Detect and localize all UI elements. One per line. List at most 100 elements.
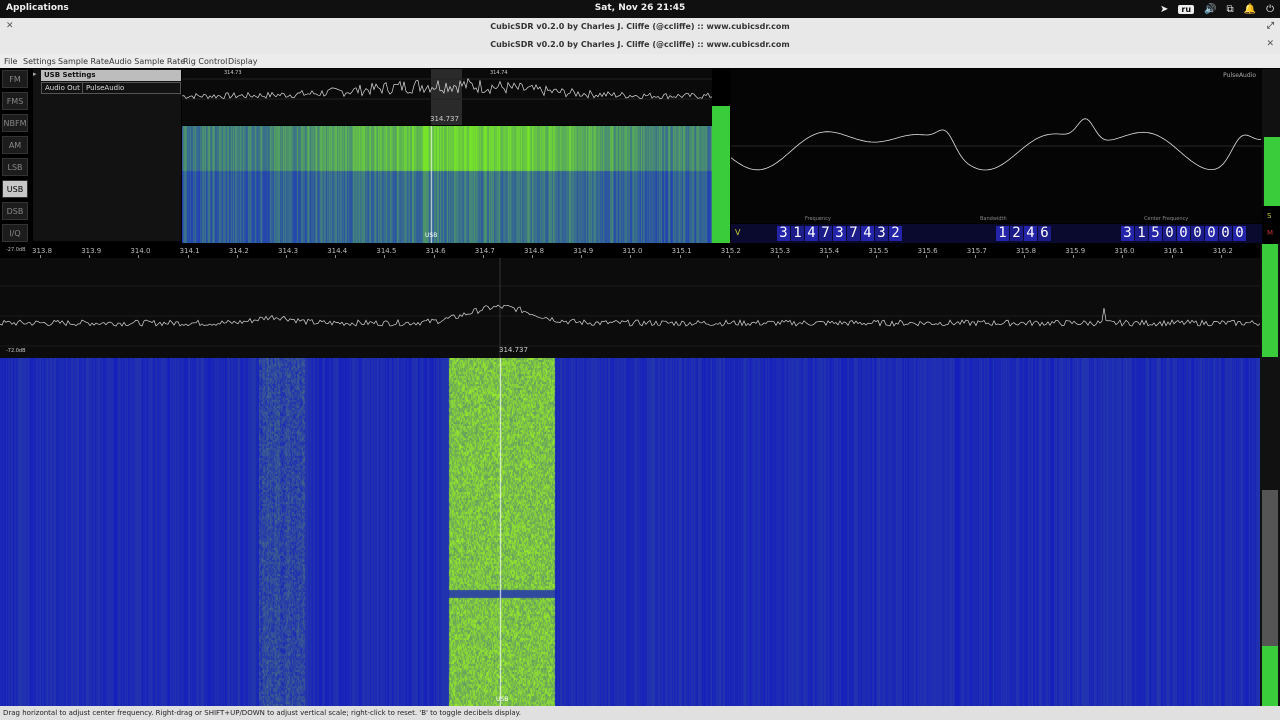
axis-tick-label: 315.6 xyxy=(917,247,938,255)
bandwidth-label: Bandwidth xyxy=(980,216,1007,222)
audio-scope[interactable]: PulseAudio xyxy=(731,69,1262,223)
digit[interactable]: 4 xyxy=(861,226,874,241)
mode-fm[interactable]: FM xyxy=(2,70,28,88)
row-divider xyxy=(82,83,83,93)
axis-tick-label: 314.1 xyxy=(179,247,200,255)
db-top-label: -27.0dB xyxy=(6,247,26,253)
power-icon[interactable]: ⏻ xyxy=(1266,4,1274,15)
waterfall-level-slider[interactable] xyxy=(1262,646,1278,706)
axis-tick-label: 314.4 xyxy=(327,247,348,255)
demod-spectrum[interactable]: 314.73 314.74 314.737 xyxy=(182,69,712,125)
expand-arrow-icon[interactable]: ▸ xyxy=(33,70,37,78)
menu-sample-rate[interactable]: Sample Rate xyxy=(58,57,109,66)
frequency-label: Frequency xyxy=(805,216,831,222)
digit[interactable]: 0 xyxy=(1163,226,1176,241)
demod-tick-2: 314.74 xyxy=(490,70,508,76)
digit[interactable]: 3 xyxy=(1121,226,1134,241)
digit[interactable]: 1 xyxy=(996,226,1009,241)
notification-bell-icon[interactable]: 🔔 xyxy=(1244,4,1256,15)
audio-out-row[interactable]: Audio Out PulseAudio xyxy=(41,82,181,94)
digit[interactable]: 1 xyxy=(1135,226,1148,241)
system-top-bar: Applications Sat, Nov 26 21:45 ➤ ru 🔊 ⧉ … xyxy=(0,0,1280,18)
axis-tick-label: 314.6 xyxy=(425,247,446,255)
vfo-label: V xyxy=(735,228,741,237)
demod-waterfall[interactable]: USB xyxy=(182,126,712,243)
digit[interactable]: 0 xyxy=(1177,226,1190,241)
axis-tick-label: 315.4 xyxy=(819,247,840,255)
network-icon[interactable]: ⧉ xyxy=(1226,4,1233,15)
digit[interactable]: 6 xyxy=(1038,226,1051,241)
menu-file[interactable]: File xyxy=(4,57,17,66)
digit[interactable]: 1 xyxy=(791,226,804,241)
mode-dsb[interactable]: DSB xyxy=(2,202,28,220)
squelch-label[interactable]: S xyxy=(1267,212,1271,220)
digit[interactable]: 4 xyxy=(1024,226,1037,241)
axis-tick-label: 314.9 xyxy=(573,247,594,255)
axis-tick-label: 315.5 xyxy=(868,247,889,255)
audio-out-value[interactable]: PulseAudio xyxy=(86,84,124,92)
clock[interactable]: Sat, Nov 26 21:45 xyxy=(0,3,1280,13)
signal-level-meter[interactable] xyxy=(712,106,730,243)
digit[interactable]: 2 xyxy=(1010,226,1023,241)
axis-tick-label: 314.0 xyxy=(130,247,151,255)
system-tray: ➤ ru 🔊 ⧉ 🔔 ⏻ xyxy=(1160,1,1274,17)
menu-display[interactable]: Display xyxy=(228,57,258,66)
status-text: Drag horizontal to adjust center frequen… xyxy=(3,709,521,717)
menu-audio-sample-rate[interactable]: Audio Sample Rate xyxy=(109,57,185,66)
mute-label[interactable]: M xyxy=(1267,229,1273,237)
close-window-icon[interactable]: ✕ xyxy=(1266,39,1274,49)
axis-tick-label: 315.7 xyxy=(966,247,987,255)
digit[interactable]: 2 xyxy=(889,226,902,241)
settings-header[interactable]: USB Settings xyxy=(41,70,181,81)
digit[interactable]: 0 xyxy=(1205,226,1218,241)
menu-rig-control[interactable]: Rig Control xyxy=(183,57,227,66)
digit[interactable]: 7 xyxy=(847,226,860,241)
waterfall-speed-column xyxy=(1260,244,1280,706)
axis-tick-label: 314.2 xyxy=(228,247,249,255)
audio-out-label: Audio Out xyxy=(45,84,80,92)
digit[interactable]: 7 xyxy=(819,226,832,241)
menu-settings[interactable]: Settings xyxy=(23,57,56,66)
digit[interactable]: 4 xyxy=(805,226,818,241)
menu-bar: File Settings Sample Rate Audio Sample R… xyxy=(0,54,1280,69)
volume-icon[interactable]: 🔊 xyxy=(1204,4,1216,15)
inner-window-titlebar: CubicSDR v0.2.0 by Charles J. Cliffe (@c… xyxy=(0,36,1280,54)
axis-tick-label: 315.2 xyxy=(720,247,741,255)
axis-tick-label: 314.5 xyxy=(376,247,397,255)
digit[interactable]: 0 xyxy=(1191,226,1204,241)
demod-waterfall-mode-label: USB xyxy=(425,232,438,239)
digit[interactable]: 0 xyxy=(1219,226,1232,241)
frequency-axis: -27.0dB 313.8 313.9 314.0 314.1 314.2 314.3 31… xyxy=(0,244,1260,258)
mode-nbfm[interactable]: NBFM xyxy=(2,114,28,132)
main-waterfall[interactable]: USB xyxy=(0,358,1260,706)
status-bar: Drag horizontal to adjust center frequen… xyxy=(0,706,1280,720)
digit[interactable]: 3 xyxy=(875,226,888,241)
keyboard-layout-indicator[interactable]: ru xyxy=(1178,4,1195,14)
digit[interactable]: 0 xyxy=(1233,226,1246,241)
demod-tick-1: 314.73 xyxy=(224,70,242,76)
mode-lsb[interactable]: LSB xyxy=(2,158,28,176)
axis-tick-label: 314.7 xyxy=(474,247,495,255)
mode-iq[interactable]: I/Q xyxy=(2,224,28,242)
mode-fms[interactable]: FMS xyxy=(2,92,28,110)
db-bottom-label: -72.0dB xyxy=(6,348,26,354)
axis-tick-label: 314.8 xyxy=(524,247,545,255)
scope-trace xyxy=(731,118,1261,171)
waterfall-speed-slider[interactable] xyxy=(1262,490,1278,646)
digit[interactable]: 5 xyxy=(1149,226,1162,241)
maximize-icon[interactable]: ⤢ xyxy=(1267,21,1274,31)
main-waterfall-mode-label: USB xyxy=(496,696,509,703)
outer-window-titlebar: ✕ CubicSDR v0.2.0 by Charles J. Cliffe (… xyxy=(0,18,1280,36)
axis-tick-label: 316.0 xyxy=(1114,247,1135,255)
axis-tick-label: 316.1 xyxy=(1163,247,1184,255)
mode-am[interactable]: AM xyxy=(2,136,28,154)
demod-marker-label: 314.737 xyxy=(430,115,459,123)
gain-slider[interactable] xyxy=(1264,137,1280,206)
digit[interactable]: 3 xyxy=(777,226,790,241)
digit[interactable]: 3 xyxy=(833,226,846,241)
spectrum-avg-slider[interactable] xyxy=(1262,244,1278,357)
telegram-icon[interactable]: ➤ xyxy=(1160,4,1168,15)
mode-usb[interactable]: USB xyxy=(2,180,28,198)
axis-tick-label: 315.9 xyxy=(1065,247,1086,255)
main-spectrum[interactable]: -72.0dB 314.737 xyxy=(0,258,1260,358)
